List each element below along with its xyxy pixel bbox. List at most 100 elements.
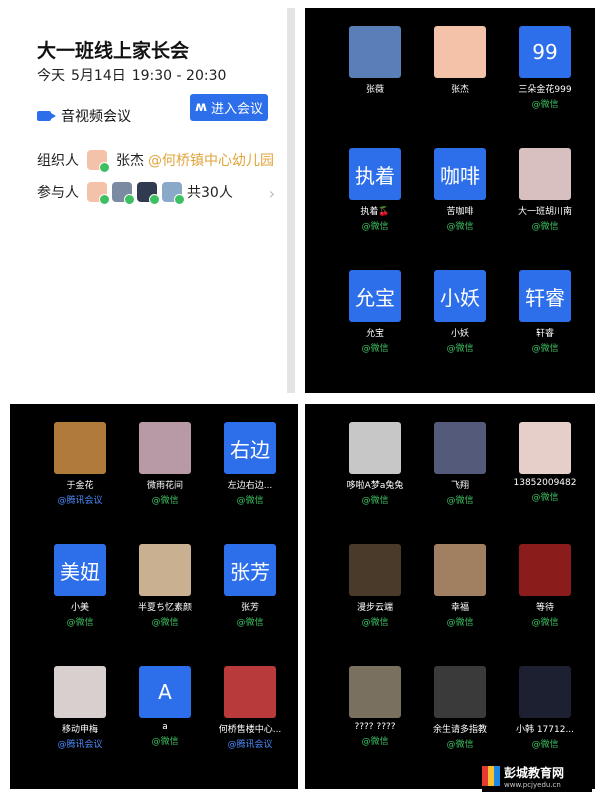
- participant-tile[interactable]: 幸福 @微信: [420, 544, 500, 628]
- participant-avatar-text: 美妞: [54, 544, 106, 596]
- participant-source: @微信: [531, 222, 559, 232]
- meeting-title: 大一班线上家长会: [37, 40, 190, 62]
- avatar: [87, 182, 110, 205]
- participant-tile[interactable]: 飞翔 @微信: [420, 422, 500, 506]
- participant-name: 三朵金花999: [518, 85, 572, 95]
- participant-avatar-text: 轩睿: [519, 270, 571, 322]
- participant-avatar-text: 小妖: [434, 270, 486, 322]
- participant-photo: [139, 544, 191, 596]
- participant-name: 微雨花间: [146, 481, 183, 491]
- participant-photo: [519, 422, 571, 474]
- participant-tile[interactable]: 何桥售楼中心... @腾讯会议: [210, 666, 290, 750]
- participant-name: 小妖: [450, 329, 469, 339]
- participant-name: 哆啦A梦a兔兔: [346, 481, 404, 491]
- participant-tile[interactable]: 99 三朵金花999 @微信: [505, 26, 585, 110]
- organizer-org: @何桥镇中心幼儿园: [148, 153, 274, 169]
- participant-name: 执着🍒: [360, 207, 390, 217]
- participant-tile[interactable]: 小妖 小妖 @微信: [420, 270, 500, 354]
- check-icon: [99, 194, 110, 205]
- book-logo-icon: [482, 766, 500, 786]
- participant-tile[interactable]: 执着执着🍒 @微信: [335, 148, 415, 232]
- participant-source: @微信: [236, 618, 264, 628]
- participant-name: 半夏ち忆素颜: [137, 603, 192, 613]
- participant-name: 幸福: [450, 603, 469, 613]
- participant-tile[interactable]: 小韩 17712... @微信: [505, 666, 585, 750]
- meeting-day: 今天: [37, 68, 65, 84]
- organizer-row[interactable]: 组织人 张杰 @何桥镇中心幼儿园: [37, 150, 274, 173]
- chevron-right-icon[interactable]: ›: [269, 184, 275, 203]
- participant-tile[interactable]: 允宝 允宝 @微信: [335, 270, 415, 354]
- participant-tile[interactable]: 咖啡 苦咖啡 @微信: [420, 148, 500, 232]
- avatar: [137, 182, 160, 205]
- participant-photo: [349, 26, 401, 78]
- participant-photo: [519, 148, 571, 200]
- participant-photo: [139, 422, 191, 474]
- participant-source: @微信: [361, 222, 389, 232]
- participant-source: @微信: [151, 737, 179, 747]
- participant-name: 13852009482: [513, 478, 577, 488]
- participant-tile[interactable]: 哆啦A梦a兔兔 @微信: [335, 422, 415, 506]
- participant-photo: [519, 666, 571, 718]
- participant-name: 张杰: [450, 85, 469, 95]
- participants-count: 共30人: [187, 185, 233, 201]
- participant-tile[interactable]: 移动申梅 @腾讯会议: [40, 666, 120, 750]
- logo-url: www.pcjyedu.cn: [504, 780, 561, 789]
- participant-tile[interactable]: 余生请多指教 @微信: [420, 666, 500, 750]
- participant-source: @微信: [531, 344, 559, 354]
- participant-tile[interactable]: 半夏ち忆素颜 @微信: [125, 544, 205, 628]
- participant-avatar-text: 执着: [349, 148, 401, 200]
- participant-tile[interactable]: 右边 左边右边... @微信: [210, 422, 290, 506]
- avatar: [112, 182, 135, 205]
- participant-tile[interactable]: 漫步云端 @微信: [335, 544, 415, 628]
- participant-source: @微信: [151, 496, 179, 506]
- participant-avatar-text: 张芳: [224, 544, 276, 596]
- participant-tile[interactable]: Aa @微信: [125, 666, 205, 747]
- check-icon: [99, 162, 110, 173]
- participant-avatar-text: 咖啡: [434, 148, 486, 200]
- join-meeting-button[interactable]: ʍ 进入会议: [190, 94, 268, 121]
- participant-tile[interactable]: 大一班胡川南 @微信: [505, 148, 585, 232]
- participant-source: @微信: [531, 493, 559, 503]
- logo-text: 彭城教育网: [504, 765, 565, 780]
- participant-photo: [224, 666, 276, 718]
- meeting-type: 音视频会议: [37, 106, 131, 126]
- site-logo: 彭城教育网 www.pcjyedu.cn: [482, 760, 592, 792]
- participant-source: @微信: [446, 740, 474, 750]
- participant-tile[interactable]: 张芳 张芳 @微信: [210, 544, 290, 628]
- participant-source: @腾讯会议: [57, 496, 103, 506]
- participant-tile[interactable]: 于金花 @腾讯会议: [40, 422, 120, 506]
- video-grid-3: 哆啦A梦a兔兔 @微信 飞翔 @微信 13852009482 @微信 漫步云端 @微信 幸福 @微…: [305, 404, 595, 789]
- participants-row[interactable]: 参与人 共30人: [37, 182, 233, 205]
- video-grid-2: 于金花 @腾讯会议 微雨花间 @微信 右边 左边右边... @微信 美妞 小美 @微信 半夏ち忆素颜…: [10, 404, 298, 789]
- participant-photo: [434, 544, 486, 596]
- participant-source: @微信: [361, 496, 389, 506]
- participant-photo: [519, 544, 571, 596]
- participant-tile[interactable]: 美妞 小美 @微信: [40, 544, 120, 628]
- participant-tile[interactable]: 张薇: [335, 26, 415, 95]
- participant-name: 大一班胡川南: [517, 207, 572, 217]
- participant-name: 张芳: [240, 603, 259, 613]
- participant-name: 何桥售楼中心...: [218, 725, 282, 735]
- participant-name: ???? ????: [354, 722, 396, 732]
- participant-avatar-text: 右边: [224, 422, 276, 474]
- participant-tile[interactable]: 13852009482 @微信: [505, 422, 585, 503]
- avatar: [162, 182, 185, 205]
- participant-photo: [54, 422, 106, 474]
- video-camera-icon: [37, 111, 56, 121]
- participant-photo: [349, 544, 401, 596]
- participant-tile[interactable]: ???? ???? @微信: [335, 666, 415, 747]
- participant-name: 余生请多指教: [432, 725, 487, 735]
- participant-name: 漫步云端: [356, 603, 393, 613]
- participant-photo: [434, 422, 486, 474]
- participant-tile[interactable]: 等待 @微信: [505, 544, 585, 628]
- avatar: [87, 150, 110, 173]
- participant-source: @微信: [446, 344, 474, 354]
- scrollbar[interactable]: [287, 8, 295, 393]
- meeting-detail-panel: 大一班线上家长会 今天 5月14日 19:30 - 20:30 音视频会议 ʍ 进入会…: [10, 8, 295, 393]
- participant-source: @腾讯会议: [227, 740, 273, 750]
- participant-tile[interactable]: 张杰: [420, 26, 500, 95]
- participant-tile[interactable]: 微雨花间 @微信: [125, 422, 205, 506]
- check-icon: [174, 194, 185, 205]
- participant-tile[interactable]: 轩睿 轩睿 @微信: [505, 270, 585, 354]
- organizer-label: 组织人: [37, 153, 79, 169]
